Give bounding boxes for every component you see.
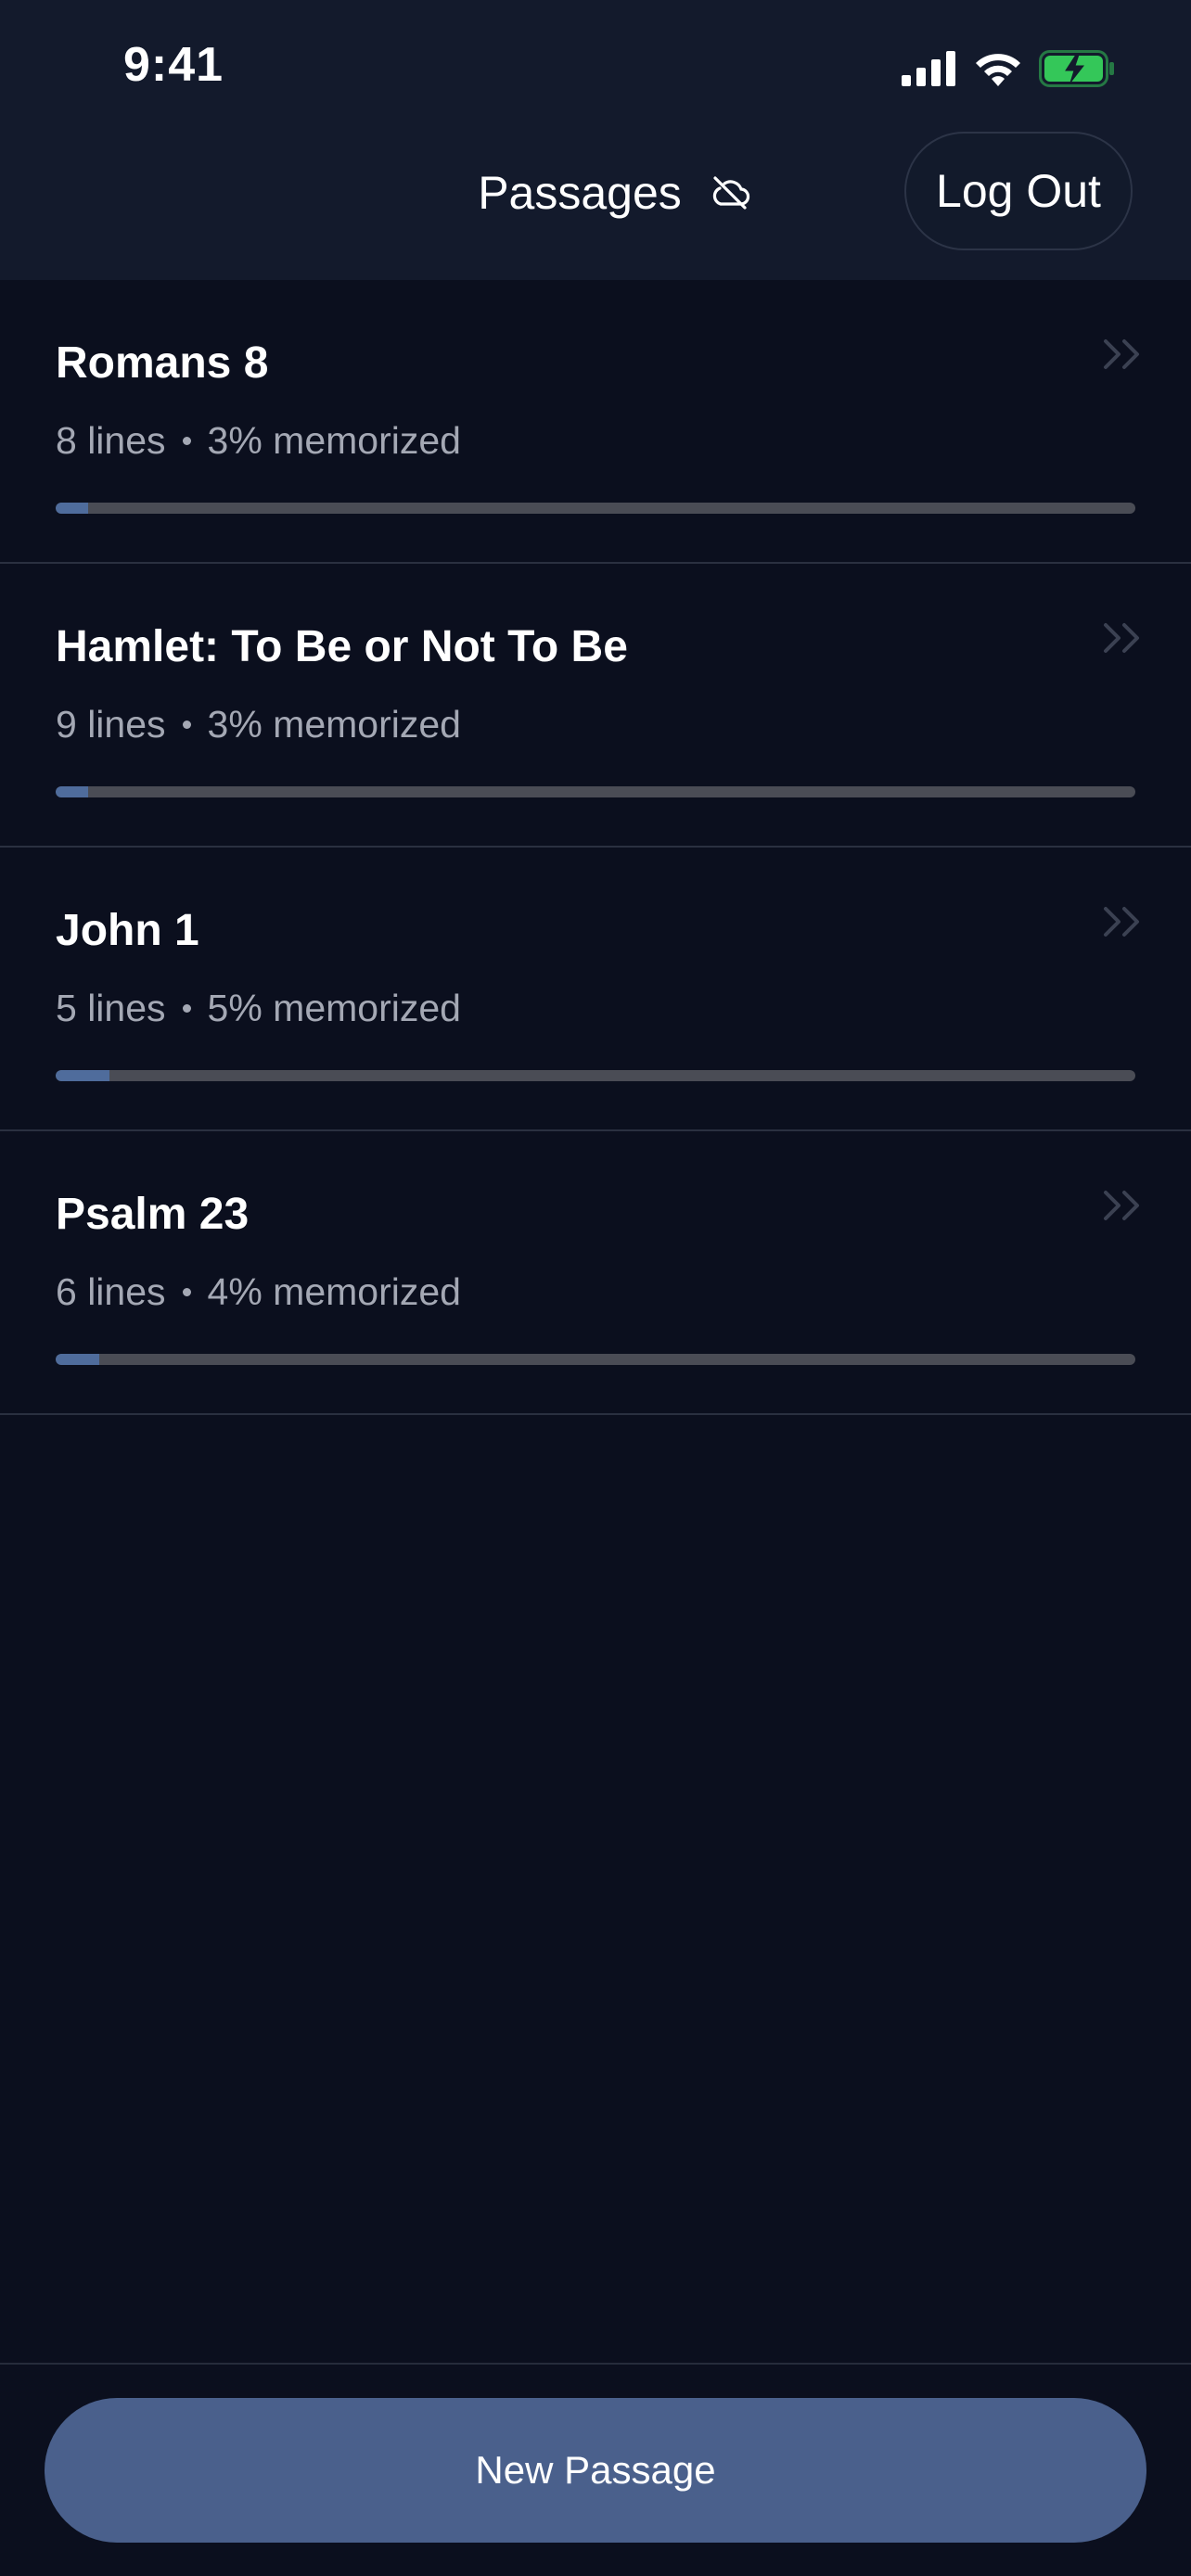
status-time: 9:41 (123, 38, 224, 92)
new-passage-button[interactable]: New Passage (45, 2398, 1146, 2543)
list-item[interactable]: John 1 5 lines 5% memorized (0, 848, 1191, 1131)
separator-dot (182, 437, 191, 445)
logout-button[interactable]: Log Out (904, 132, 1133, 250)
bottom-bar: New Passage (0, 2363, 1191, 2576)
progress-fill (56, 503, 88, 514)
progress-bar (56, 1354, 1135, 1365)
passage-lines: 5 lines (56, 987, 166, 1029)
page-title: Passages (478, 167, 682, 219)
passage-list: Romans 8 8 lines 3% memorized Hamlet: To… (0, 280, 1191, 1415)
wifi-icon (976, 54, 1020, 86)
battery-charging-icon (1039, 50, 1114, 87)
progress-bar (56, 786, 1135, 797)
passage-memorized: 5% memorized (207, 987, 461, 1029)
cellular-signal-icon (902, 51, 955, 86)
status-icons (902, 48, 1115, 89)
passage-title: John 1 (56, 906, 199, 955)
passage-meta: 5 lines 5% memorized (56, 987, 461, 1030)
passage-meta: 6 lines 4% memorized (56, 1270, 461, 1314)
list-item[interactable]: Romans 8 8 lines 3% memorized (0, 280, 1191, 564)
double-chevron-right-icon (1104, 623, 1139, 653)
cloud-off-icon[interactable] (710, 174, 750, 211)
passage-title: Romans 8 (56, 338, 269, 388)
passage-memorized: 4% memorized (207, 1270, 461, 1313)
list-item[interactable]: Psalm 23 6 lines 4% memorized (0, 1131, 1191, 1415)
separator-dot (182, 721, 191, 729)
progress-bar (56, 1070, 1135, 1081)
progress-fill (56, 1070, 110, 1081)
double-chevron-right-icon (1104, 1191, 1139, 1220)
list-item[interactable]: Hamlet: To Be or Not To Be 9 lines 3% me… (0, 564, 1191, 848)
passage-lines: 8 lines (56, 419, 166, 462)
nav-title-group: Passages (478, 166, 750, 220)
double-chevron-right-icon (1104, 339, 1139, 369)
progress-fill (56, 1354, 99, 1365)
separator-dot (182, 1004, 191, 1013)
double-chevron-right-icon (1104, 907, 1139, 937)
separator-dot (182, 1288, 191, 1296)
passage-title: Psalm 23 (56, 1190, 250, 1239)
header: 9:41 Passages Log Out (0, 0, 1191, 280)
progress-fill (56, 786, 88, 797)
progress-bar (56, 503, 1135, 514)
passage-memorized: 3% memorized (207, 703, 461, 746)
passage-meta: 9 lines 3% memorized (56, 703, 461, 746)
passage-meta: 8 lines 3% memorized (56, 419, 461, 463)
passage-memorized: 3% memorized (207, 419, 461, 462)
passage-lines: 9 lines (56, 703, 166, 746)
passage-lines: 6 lines (56, 1270, 166, 1313)
passage-title: Hamlet: To Be or Not To Be (56, 622, 628, 671)
